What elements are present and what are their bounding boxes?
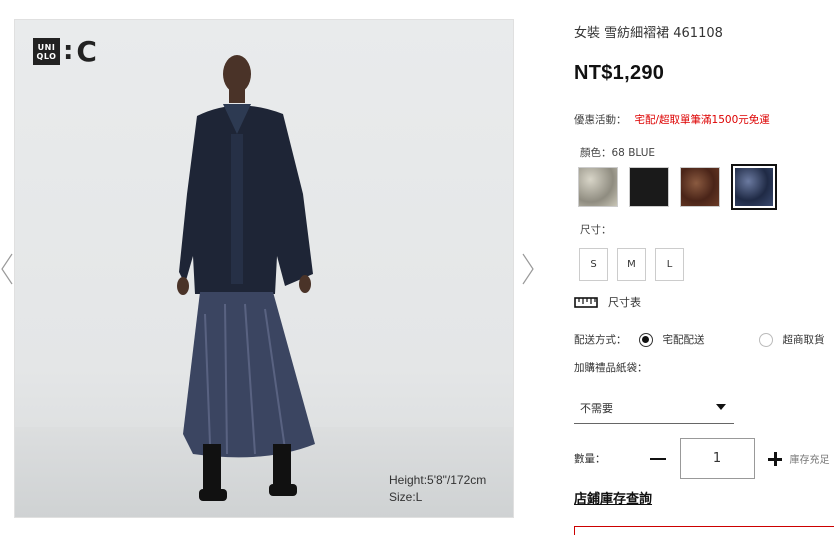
logo-bottom-text: QLO (36, 51, 57, 61)
quantity-label: 數量： (574, 453, 606, 465)
add-to-cart-button[interactable] (574, 526, 834, 535)
product-page: UNI QLO : C Height:5'8"/172cm Size:L 女裝 … (0, 0, 834, 535)
quantity-input[interactable]: 1 (679, 438, 755, 479)
color-swatch-beige[interactable] (578, 167, 618, 207)
size-option-m[interactable]: M (617, 248, 646, 281)
swatch-fill (681, 168, 719, 206)
product-price: NT$1,290 (574, 62, 665, 84)
shipping-label: 配送方式： (574, 334, 627, 346)
size-chart-link[interactable]: 尺寸表 (574, 294, 641, 310)
gift-bag-selected-value: 不需要 (580, 401, 613, 415)
model-figure (177, 55, 315, 501)
stock-status: 庫存充足 (789, 455, 830, 466)
color-label: 顏色：68 BLUE (580, 147, 656, 159)
shipping-home-label[interactable]: 宅配配送 (663, 332, 705, 347)
model-size-text: Size:L (389, 490, 423, 504)
color-swatch-black[interactable] (629, 167, 669, 207)
promotion-label: 優惠活動： (574, 114, 627, 126)
product-image: UNI QLO : C Height:5'8"/172cm Size:L (14, 19, 514, 518)
color-swatches (578, 164, 777, 210)
next-image-arrow-icon[interactable] (521, 252, 535, 286)
size-chart-label: 尺寸表 (608, 296, 641, 309)
uniqlo-logo-block: UNI QLO (33, 38, 60, 65)
shipping-home-radio[interactable] (638, 332, 653, 347)
size-label: 尺寸： (580, 224, 612, 236)
ruler-icon (574, 297, 598, 308)
color-swatch-brown[interactable] (680, 167, 720, 207)
swatch-fill (630, 168, 668, 206)
previous-image-arrow-icon[interactable] (0, 252, 14, 286)
size-option-l[interactable]: L (655, 248, 684, 281)
shipping-store-radio[interactable] (758, 332, 773, 347)
store-stock-link[interactable]: 店鋪庫存查詢 (574, 488, 652, 507)
brand-logo: UNI QLO : C (33, 35, 97, 68)
size-options: S M L (579, 248, 684, 281)
product-detail-panel: 女裝 雪紡細褶裙 461108 NT$1,290 優惠活動： 宅配/超取單筆滿15… (574, 0, 834, 535)
quantity-plus-icon[interactable] (767, 451, 782, 466)
logo-top-text: UNI (37, 42, 56, 52)
color-swatch-blue-selected[interactable] (731, 164, 777, 210)
model-info: Height:5'8"/172cm Size:L (389, 472, 486, 506)
quantity-row: 數量： 1 庫存充足 (574, 438, 830, 479)
swatch-fill (735, 168, 773, 206)
shipping-store-label[interactable]: 超商取貨 (783, 332, 825, 347)
model-height-text: Height:5'8"/172cm (389, 473, 487, 487)
shipping-row: 配送方式： 宅配配送 超商取貨 (574, 332, 825, 347)
quantity-minus-icon[interactable] (649, 457, 666, 460)
gift-bag-label: 加購禮品紙袋： (574, 362, 648, 374)
logo-colon: : (63, 36, 74, 66)
promotion-row: 優惠活動： 宅配/超取單筆滿1500元免運 (574, 112, 770, 127)
product-title: 女裝 雪紡細褶裙 461108 (574, 26, 723, 41)
dropdown-caret-icon (716, 404, 726, 410)
size-option-s[interactable]: S (579, 248, 608, 281)
swatch-fill (579, 168, 617, 206)
promotion-text: 宅配/超取單筆滿1500元免運 (634, 114, 770, 126)
logo-c-letter: C (76, 35, 97, 68)
gift-bag-select[interactable]: 不需要 (574, 392, 734, 424)
